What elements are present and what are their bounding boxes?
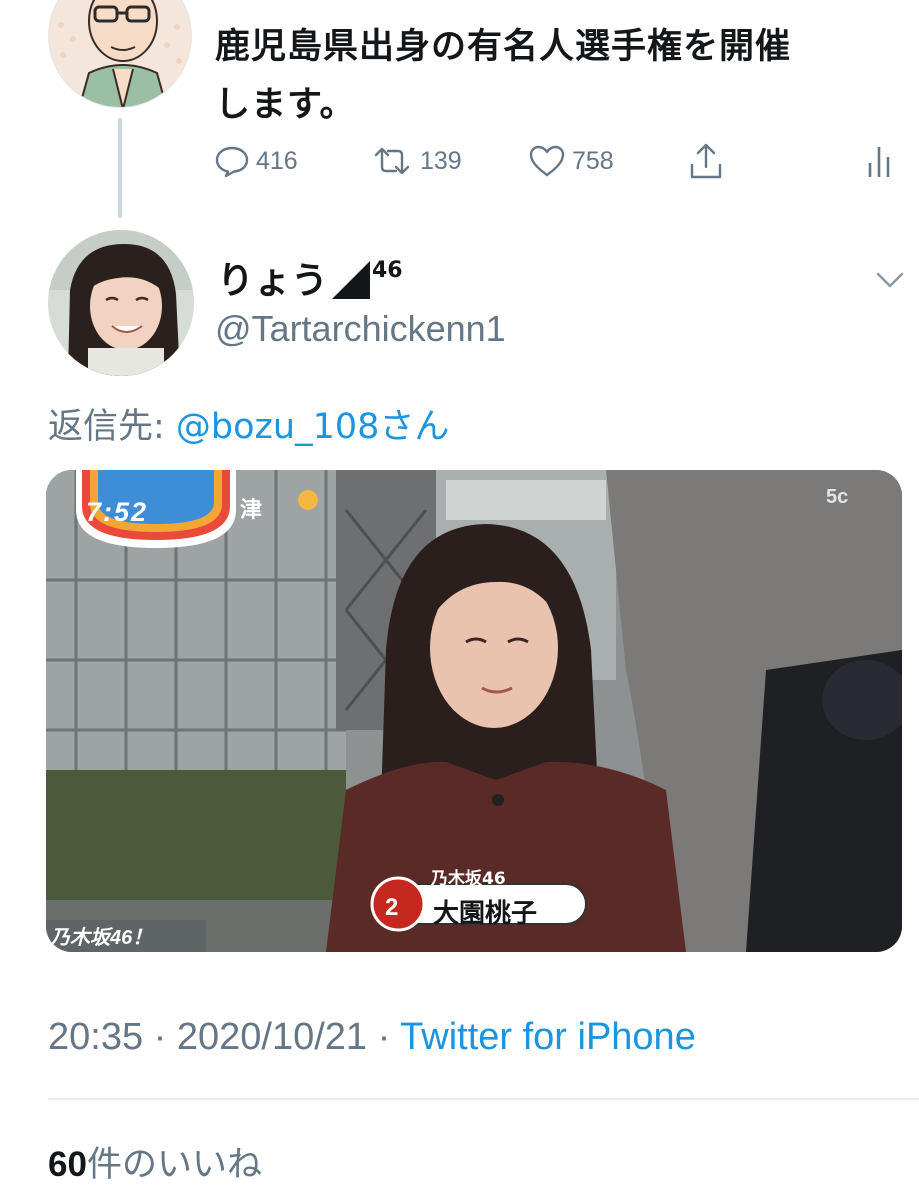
likes-count: 60 [48,1145,87,1184]
media-ticker-text: 乃木坂46！ [50,927,153,949]
retweet-icon [370,143,414,179]
parent-tweet-actions: 416 139 758 [214,138,904,184]
share-icon [688,141,724,181]
more-options-button[interactable] [872,264,908,294]
like-button[interactable]: 758 [528,138,614,184]
retweet-button[interactable]: 139 [370,138,462,184]
parent-avatar[interactable] [48,0,192,108]
media-location-overlay: 津 [240,498,263,523]
reply-to-mention-link[interactable]: @bozu_108さん [176,407,450,447]
heart-icon [528,143,566,179]
user-handle[interactable]: @Tartarchickenn1 [215,308,506,350]
triangle-emblem-icon [332,261,370,299]
thread-connector-line [118,118,122,218]
analytics-icon [866,141,892,181]
display-name-suffix: 46 [372,257,403,283]
display-name[interactable]: りょう 46 [217,250,403,304]
media-rank-number: 2 [385,894,399,921]
user-avatar[interactable] [48,230,194,376]
retweet-count: 139 [420,146,462,175]
like-count: 758 [572,146,614,175]
parent-tweet-text: 鹿児島県出身の有名人選手権を開催 します。 [215,18,895,134]
share-button[interactable] [688,138,724,184]
cartoon-avatar-image [49,0,191,107]
reply-count: 416 [256,146,298,175]
channel-logo: 5c [826,486,849,508]
reply-icon [214,143,250,179]
media-group-caption: 乃木坂46 [431,869,506,889]
chevron-down-icon [872,272,908,298]
reply-button[interactable]: 416 [214,138,298,184]
source-client-link[interactable]: Twitter for iPhone [400,1016,696,1058]
parent-tweet-text-line: 鹿児島県出身の有名人選手権を開催 [215,27,792,67]
media-clock-overlay: 7:52 [86,497,149,527]
tweet-timestamp: 20:35 · 2020/10/21 · Twitter for iPhone [48,1016,696,1059]
timestamp-datetime[interactable]: 20:35 · 2020/10/21 · [48,1016,400,1058]
reply-to-label: 返信先: [48,407,176,447]
display-name-text: りょう [217,259,328,302]
parent-tweet-text-line: します。 [215,85,356,125]
analytics-button[interactable] [866,138,892,184]
divider [48,1098,919,1100]
profile-photo [48,230,194,376]
likes-summary[interactable]: 60件のいいね [48,1136,262,1187]
reply-to-line: 返信先: @bozu_108さん [48,398,449,449]
media-name-caption: 大園桃子 [433,899,538,929]
likes-label: 件のいいね [86,1145,262,1185]
